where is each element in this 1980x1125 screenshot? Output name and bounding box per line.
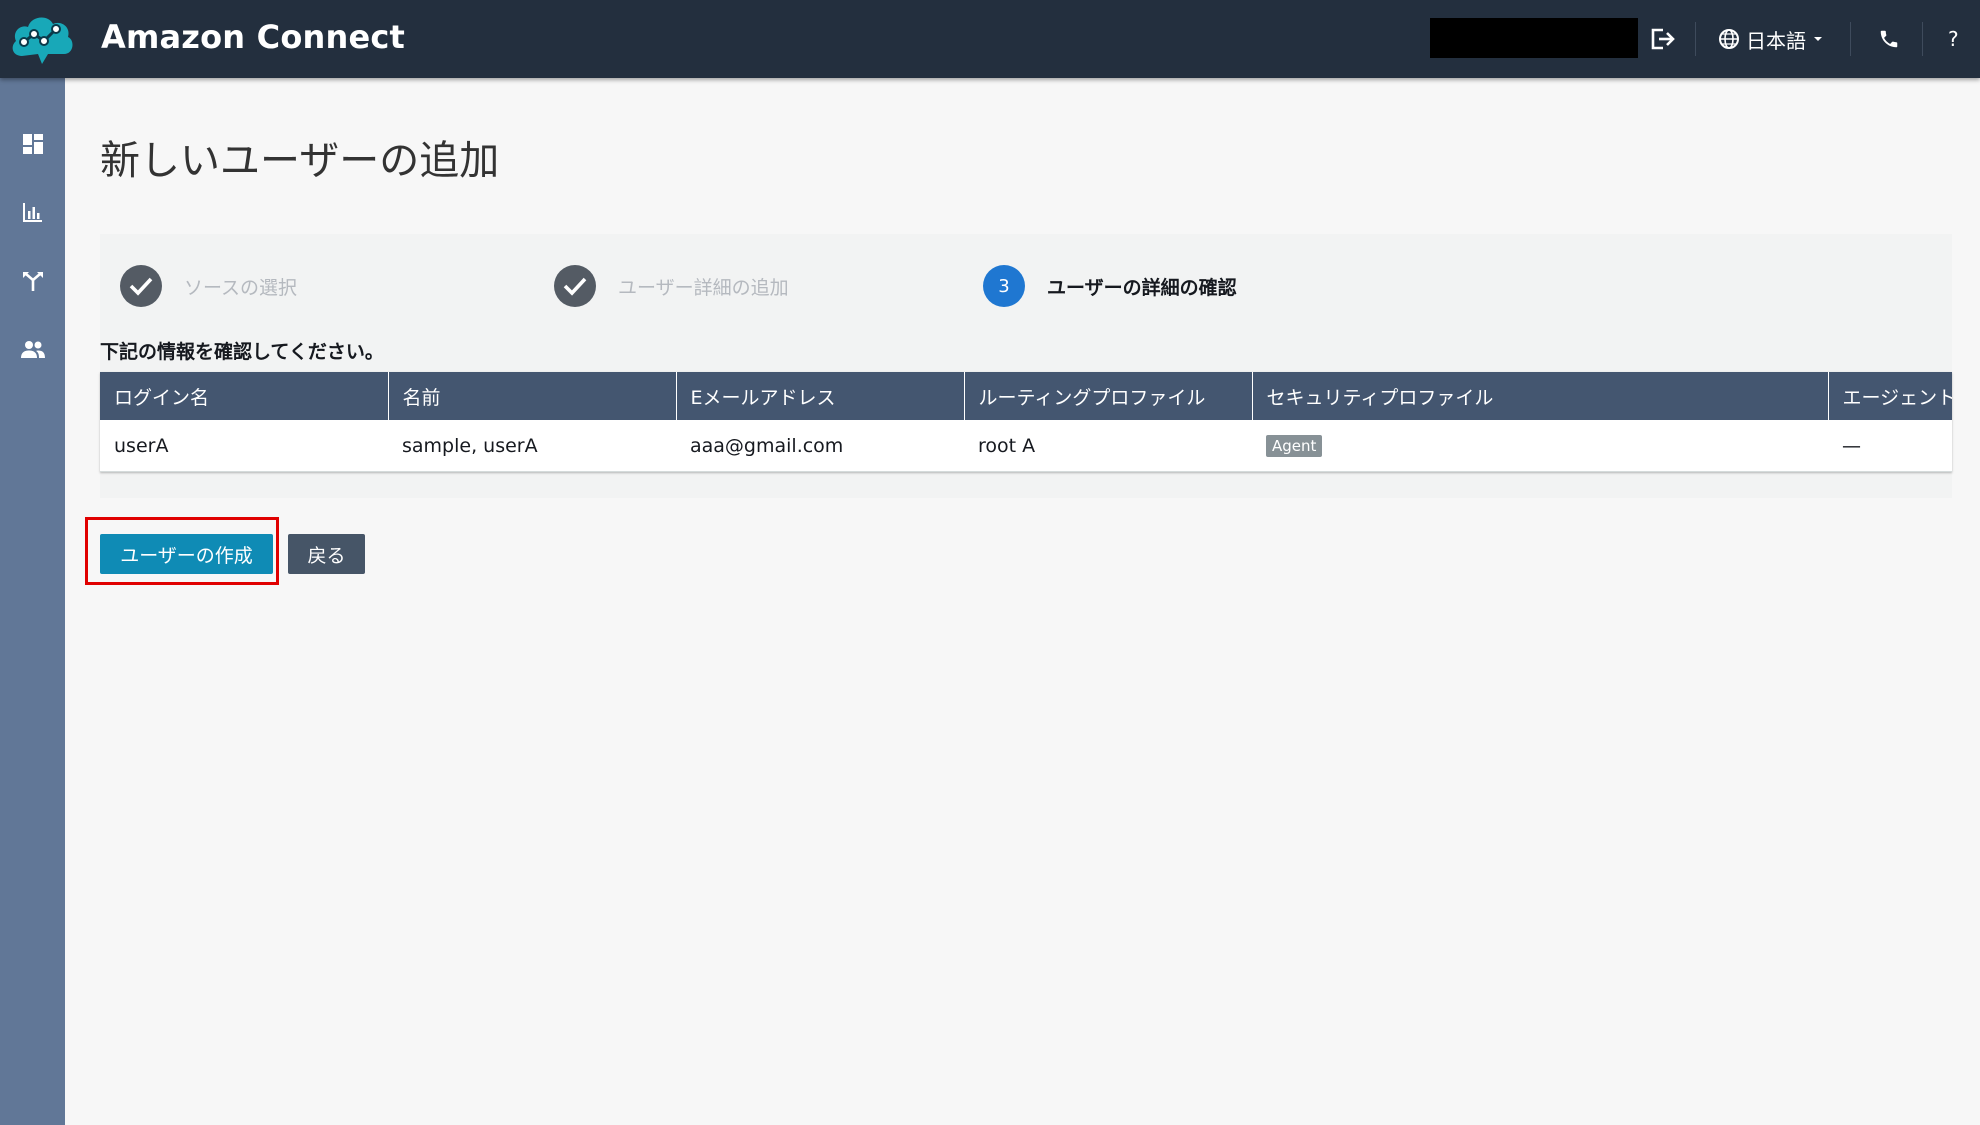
amazon-connect-logo[interactable]	[8, 10, 76, 68]
language-label: 日本語	[1746, 28, 1806, 53]
globe-icon	[1719, 29, 1739, 49]
help-button[interactable]: ?	[1948, 22, 1959, 56]
dashboard-icon[interactable]	[0, 121, 65, 167]
user-summary-table: ログイン名 名前 Eメールアドレス ルーティングプロファイル セキュリティプロフ…	[100, 372, 1952, 472]
logout-icon[interactable]	[1648, 22, 1678, 56]
sidebar	[0, 78, 65, 1125]
cell-routing-profile: root A	[964, 420, 1252, 472]
app-title: Amazon Connect	[101, 18, 406, 56]
caret-down-icon	[1814, 37, 1822, 41]
table-header-row: ログイン名 名前 Eメールアドレス ルーティングプロファイル セキュリティプロフ…	[100, 372, 1952, 420]
column-header-name[interactable]: 名前	[388, 372, 677, 420]
redacted-user-name	[1430, 18, 1638, 58]
security-profile-badge: Agent	[1266, 435, 1323, 457]
column-header-agent[interactable]: エージェント	[1828, 372, 1952, 420]
toolbar-divider	[1922, 22, 1923, 56]
metrics-icon[interactable]	[0, 189, 65, 235]
phone-icon[interactable]	[1876, 22, 1902, 56]
step-label: ユーザー詳細の追加	[618, 276, 789, 299]
step-completed-check-icon	[554, 265, 596, 307]
step-number-badge: 3	[983, 265, 1025, 307]
column-header-routing-profile[interactable]: ルーティングプロファイル	[964, 372, 1253, 420]
confirm-instruction: 下記の情報を確認してください。	[100, 341, 384, 363]
cell-email: aaa@gmail.com	[676, 420, 964, 472]
toolbar-divider	[1695, 22, 1696, 56]
routing-icon[interactable]	[0, 258, 65, 304]
page-title: 新しいユーザーの追加	[100, 138, 500, 184]
toolbar-divider	[1850, 22, 1851, 56]
column-header-email[interactable]: Eメールアドレス	[676, 372, 965, 420]
cell-agent: —	[1828, 420, 1952, 472]
step-completed-check-icon	[120, 265, 162, 307]
step-label: ソースの選択	[184, 276, 298, 299]
wizard-step-select-source: ソースの選択	[120, 264, 297, 308]
table-row: userA sample, userA aaa@gmail.com root A…	[100, 420, 1952, 472]
cell-security-profile: Agent	[1252, 420, 1828, 472]
language-selector[interactable]: 日本語	[1718, 22, 1824, 56]
cell-login: userA	[100, 420, 388, 472]
cell-name: sample, userA	[388, 420, 676, 472]
wizard-step-add-user-details: ユーザー詳細の追加	[554, 264, 789, 308]
create-user-button[interactable]: ユーザーの作成	[100, 534, 273, 574]
top-navigation-bar: Amazon Connect 日本語 ?	[0, 0, 1980, 78]
column-header-login[interactable]: ログイン名	[100, 372, 389, 420]
back-button[interactable]: 戻る	[288, 534, 365, 574]
wizard-step-confirm-details: 3 ユーザーの詳細の確認	[983, 264, 1237, 308]
step-label: ユーザーの詳細の確認	[1047, 276, 1237, 299]
column-header-security-profile[interactable]: セキュリティプロファイル	[1252, 372, 1829, 420]
users-icon[interactable]	[0, 326, 65, 372]
